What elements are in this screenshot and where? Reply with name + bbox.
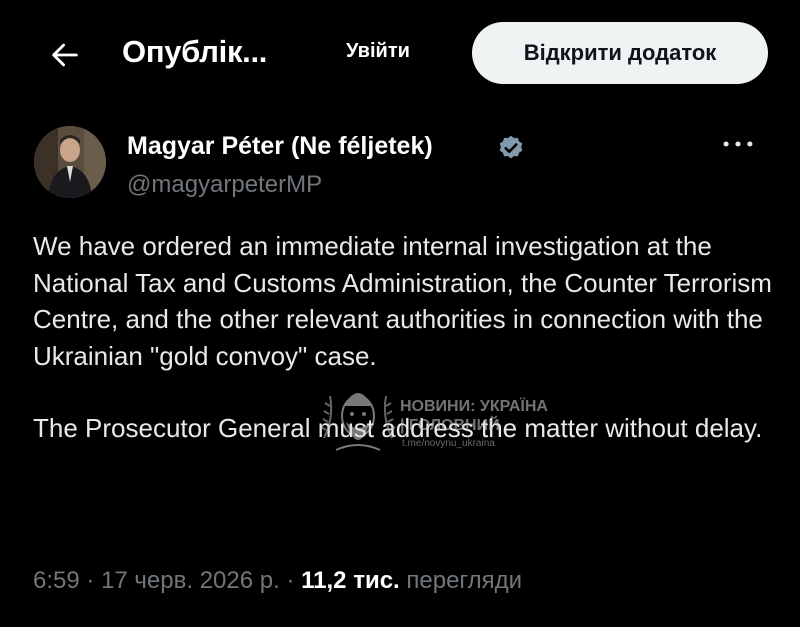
verified-badge-icon <box>499 135 523 159</box>
author-handle[interactable]: @magyarpeterMP <box>127 171 322 199</box>
views-label: перегляди <box>406 567 523 594</box>
tweet-time[interactable]: 6:59 <box>33 567 80 594</box>
views-count: 11,2 тис. <box>301 567 400 594</box>
author-name[interactable]: Magyar Péter (Ne féljetek) <box>127 132 433 161</box>
open-app-button[interactable]: Відкрити додаток <box>472 22 768 84</box>
watermark-subtitle: | ГОЛОВНИЙ <box>400 417 500 434</box>
avatar[interactable] <box>34 126 106 198</box>
channel-watermark: НОВИНИ: УКРАЇНА | ГОЛОВНИЙ t.me/novynu_u… <box>320 378 580 458</box>
meta-separator: · <box>286 567 295 594</box>
page-title: Опублік... <box>122 34 268 69</box>
login-link[interactable]: Увійти <box>346 40 410 63</box>
tweet-meta: 6:59 · 17 черв. 2026 р. · 11,2 тис. пере… <box>33 567 522 595</box>
tweet-paragraph: We have ordered an immediate internal in… <box>33 231 772 371</box>
cossack-emblem-icon <box>320 393 396 451</box>
top-bar: Опублік... Увійти Відкрити додаток <box>0 0 800 100</box>
meta-separator: · <box>86 567 95 594</box>
watermark-title: НОВИНИ: УКРАЇНА <box>400 398 548 415</box>
back-button[interactable] <box>40 30 90 80</box>
arrow-left-icon <box>52 43 78 67</box>
tweet-date[interactable]: 17 черв. 2026 р. <box>101 567 280 594</box>
more-horizontal-icon[interactable] <box>718 132 758 156</box>
watermark-link: t.me/novynu_ukraina <box>402 438 495 449</box>
